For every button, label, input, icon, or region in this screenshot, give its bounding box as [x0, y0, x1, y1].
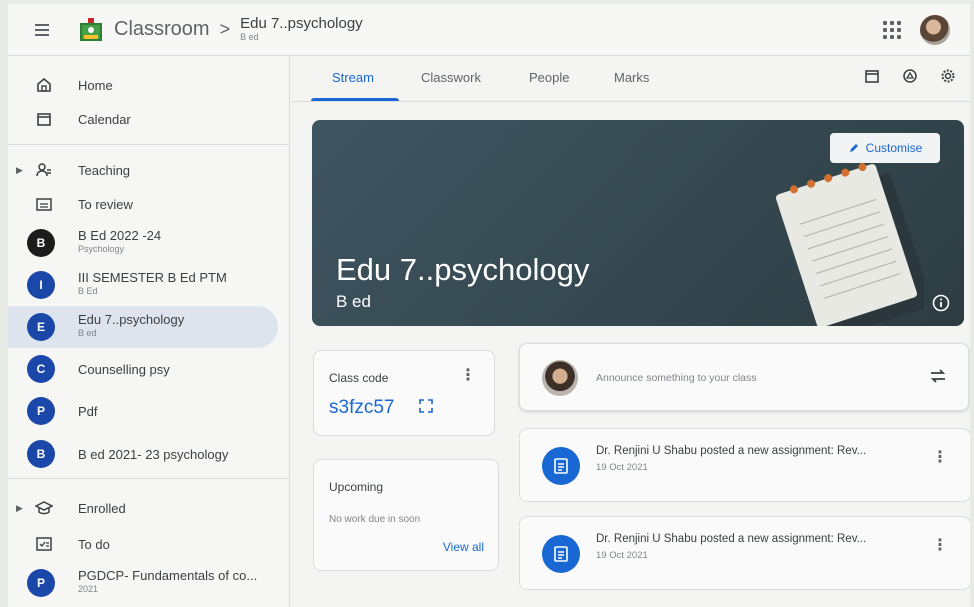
class-code-value: s3fzc57 — [329, 397, 395, 418]
home-icon — [34, 75, 54, 95]
sidebar: Home Calendar ▶ Teaching To review B B E… — [8, 56, 290, 607]
class-section: 2021 — [78, 584, 99, 594]
repost-icon[interactable] — [928, 366, 948, 386]
top-bar: Classroom > Edu 7..psychology B ed — [8, 4, 970, 56]
class-name: III SEMESTER B Ed PTM — [78, 270, 227, 285]
class-code-card: Class code ⋮ s3fzc57 — [313, 350, 495, 436]
sidebar-item-calendar[interactable]: Calendar — [8, 98, 278, 140]
tab-people[interactable]: People — [529, 70, 569, 85]
class-avatar: I — [27, 271, 55, 299]
tab-stream[interactable]: Stream — [332, 70, 374, 85]
sidebar-item-label: Calendar — [78, 111, 131, 127]
info-icon[interactable] — [932, 294, 950, 312]
view-all-link[interactable]: View all — [443, 540, 484, 554]
sidebar-item-label: To review — [78, 196, 133, 212]
class-avatar: E — [27, 313, 55, 341]
more-options-icon[interactable]: ⋮ — [932, 535, 948, 555]
sidebar-divider — [8, 478, 290, 479]
sidebar-item-to-review[interactable]: To review — [8, 183, 278, 225]
assignment-icon — [542, 535, 580, 573]
calendar-icon[interactable] — [864, 68, 880, 84]
graduation-cap-icon — [34, 498, 54, 518]
sidebar-class-item[interactable]: C Counselling psy — [8, 348, 278, 390]
sidebar-divider — [8, 144, 290, 145]
customise-label: Customise — [865, 141, 923, 155]
active-tab-indicator — [311, 98, 399, 101]
sidebar-class-item-selected[interactable]: E Edu 7..psychology B ed — [8, 306, 278, 348]
more-options-icon[interactable]: ⋮ — [460, 365, 476, 385]
class-name: PGDCP- Fundamentals of co... — [78, 568, 258, 583]
tab-classwork[interactable]: Classwork — [421, 70, 481, 85]
stream-panel: Stream Classwork People Marks Customise … — [291, 56, 970, 607]
class-section: B ed — [336, 292, 371, 311]
class-section: Psychology — [78, 244, 125, 254]
folder-icon — [34, 194, 54, 214]
class-avatar: P — [27, 569, 55, 597]
calendar-icon — [34, 109, 54, 129]
sidebar-class-item[interactable]: P Pdf — [8, 390, 278, 432]
post-date: 19 Oct 2021 — [596, 462, 648, 473]
upcoming-title: Upcoming — [329, 480, 384, 494]
post-title: Dr. Renjini U Shabu posted a new assignm… — [596, 533, 867, 545]
stream-post[interactable]: Dr. Renjini U Shabu posted a new assignm… — [519, 428, 970, 502]
pencil-icon — [849, 144, 858, 152]
class-banner: Customise Edu 7..psychology B ed — [312, 120, 964, 326]
post-date: 19 Oct 2021 — [596, 550, 648, 561]
upcoming-empty-text: No work due in soon — [329, 514, 421, 525]
checklist-icon — [34, 534, 54, 554]
class-name: Counselling psy — [78, 361, 170, 377]
sidebar-item-label: Enrolled — [78, 500, 126, 516]
drive-folder-icon[interactable] — [902, 68, 918, 84]
gear-icon[interactable] — [940, 68, 956, 84]
assignment-icon — [542, 447, 580, 485]
sidebar-class-item[interactable]: I III SEMESTER B Ed PTM B Ed — [8, 264, 278, 306]
class-avatar: C — [27, 355, 55, 383]
class-section: B Ed — [78, 286, 98, 296]
class-name: B ed 2021- 23 psychology — [78, 446, 229, 462]
sidebar-class-item[interactable]: P PGDCP- Fundamentals of co... 2021 — [8, 562, 278, 604]
sidebar-item-label: Teaching — [78, 162, 131, 178]
stream-post[interactable]: Dr. Renjini U Shabu posted a new assignm… — [519, 516, 970, 590]
class-avatar: B — [27, 440, 55, 468]
expand-arrow-icon[interactable]: ▶ — [16, 503, 23, 514]
google-apps-icon[interactable] — [882, 20, 902, 40]
class-name: Pdf — [78, 403, 98, 419]
announce-box[interactable]: Announce something to your class — [519, 343, 969, 411]
class-avatar: P — [27, 397, 55, 425]
sidebar-item-label: Home — [78, 77, 113, 93]
breadcrumb-class-title: Edu 7..psychology — [240, 15, 363, 33]
account-avatar[interactable] — [920, 14, 950, 45]
class-name: Edu 7..psychology — [78, 312, 185, 327]
sidebar-class-item[interactable]: B B Ed 2022 -24 Psychology — [8, 222, 278, 264]
classroom-logo-icon — [80, 17, 102, 41]
class-tabs: Stream Classwork People Marks — [291, 56, 970, 102]
sidebar-item-to-do[interactable]: To do — [8, 523, 278, 565]
class-avatar: B — [27, 229, 55, 257]
announce-placeholder[interactable]: Announce something to your class — [596, 372, 757, 384]
breadcrumb-chevron-icon: > — [219, 19, 231, 39]
main-menu-button[interactable] — [16, 4, 68, 56]
people-icon — [34, 160, 54, 180]
class-name: B Ed 2022 -24 — [78, 228, 162, 243]
notebook-illustration — [775, 163, 924, 326]
class-section: B ed — [78, 328, 97, 338]
sidebar-item-label: To do — [78, 536, 110, 552]
class-title: Edu 7..psychology — [336, 252, 590, 287]
class-code-title: Class code — [329, 371, 389, 385]
post-title: Dr. Renjini U Shabu posted a new assignm… — [596, 445, 867, 457]
more-options-icon[interactable]: ⋮ — [932, 447, 948, 467]
upcoming-card: Upcoming No work due in soon View all — [313, 459, 499, 571]
tab-marks[interactable]: Marks — [614, 70, 649, 85]
customise-button[interactable]: Customise — [830, 133, 940, 163]
breadcrumb[interactable]: Edu 7..psychology B ed — [240, 16, 363, 42]
user-avatar — [542, 360, 578, 396]
fullscreen-icon[interactable] — [419, 399, 433, 413]
sidebar-class-item[interactable]: B B ed 2021- 23 psychology — [8, 433, 278, 475]
app-title[interactable]: Classroom — [114, 18, 210, 41]
classroom-window: Classroom > Edu 7..psychology B ed Home … — [8, 4, 970, 607]
expand-arrow-icon[interactable]: ▶ — [16, 165, 23, 176]
breadcrumb-class-section: B ed — [240, 31, 259, 42]
hamburger-icon — [35, 23, 49, 36]
